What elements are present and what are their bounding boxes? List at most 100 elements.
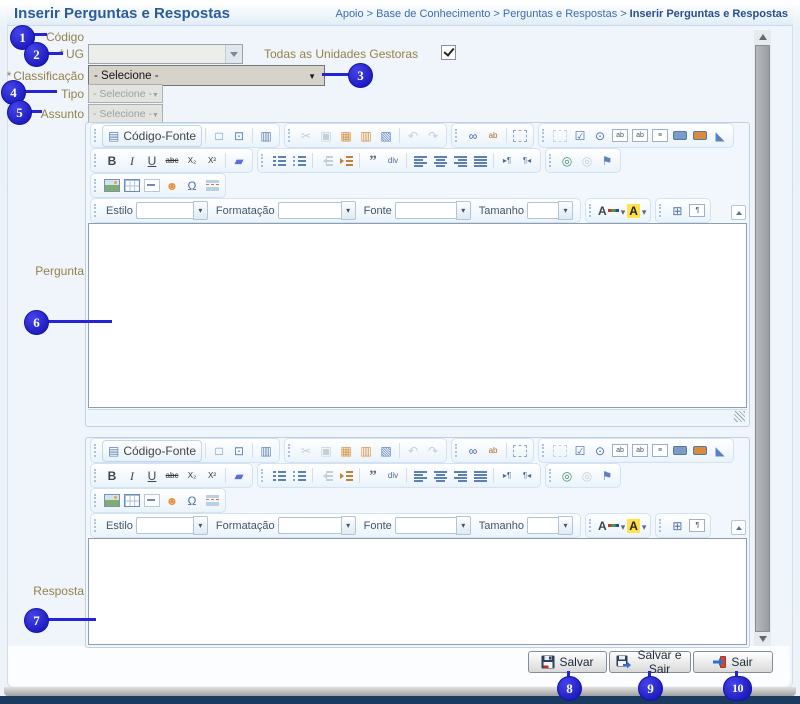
radio-field-button[interactable]: ⊙ <box>590 442 610 460</box>
group-drag-handle[interactable] <box>659 519 664 532</box>
style-combo[interactable]: Estilo <box>105 517 209 535</box>
size-combo-arrow-button[interactable] <box>558 201 573 220</box>
scroll-thumb[interactable] <box>755 45 770 632</box>
redo-button[interactable]: ↷ <box>423 442 443 460</box>
toolbar-collapse-button[interactable] <box>731 205 746 220</box>
size-combo-value[interactable] <box>527 202 558 219</box>
breadcrumb-link-perguntas-e-respostas[interactable]: Perguntas e Respostas <box>503 8 617 20</box>
format-combo-arrow-button[interactable] <box>341 201 356 220</box>
group-drag-handle[interactable] <box>542 444 547 457</box>
button-field-button[interactable] <box>670 442 690 460</box>
format-combo[interactable]: Formatação <box>215 517 357 535</box>
increase-indent-button[interactable] <box>336 467 356 485</box>
font-combo-value[interactable] <box>395 517 456 534</box>
group-drag-handle[interactable] <box>261 154 266 167</box>
align-left-button[interactable] <box>410 152 430 170</box>
strikethrough-button[interactable]: abc <box>162 152 182 170</box>
form-field-button[interactable] <box>550 127 570 145</box>
italic-button[interactable]: I <box>122 152 142 170</box>
group-drag-handle[interactable] <box>455 129 460 142</box>
select-field-button[interactable]: ≡ <box>650 127 670 145</box>
hidden-field-button[interactable]: ◣ <box>710 442 730 460</box>
group-drag-handle[interactable] <box>589 204 594 217</box>
preview-button[interactable]: ⊡ <box>229 442 249 460</box>
select-all-button[interactable] <box>510 127 530 145</box>
numbered-list-button[interactable] <box>269 467 289 485</box>
horizontal-rule-button[interactable] <box>142 492 162 510</box>
find-button[interactable]: ∞ <box>463 442 483 460</box>
size-combo-value[interactable] <box>527 517 558 534</box>
div-container-button[interactable]: div <box>383 467 403 485</box>
select-all-button[interactable] <box>510 442 530 460</box>
editor-resize-handle[interactable] <box>734 411 745 422</box>
underline-button[interactable]: U <box>142 152 162 170</box>
button-field-button[interactable] <box>670 127 690 145</box>
text-direction-rtl-button[interactable]: ¶◂ <box>517 152 537 170</box>
size-combo[interactable]: Tamanho <box>478 517 574 535</box>
hidden-field-button[interactable]: ◣ <box>710 127 730 145</box>
group-drag-handle[interactable] <box>455 444 460 457</box>
paste-button[interactable]: ▦ <box>336 127 356 145</box>
unlink-button[interactable]: ◎ <box>577 152 597 170</box>
align-center-button[interactable] <box>430 152 450 170</box>
increase-indent-button[interactable] <box>336 152 356 170</box>
bulleted-list-button[interactable] <box>289 152 309 170</box>
text-field-button[interactable]: ab <box>610 442 630 460</box>
breadcrumb-link-apoio[interactable]: Apoio <box>335 8 363 20</box>
scroll-up-button[interactable] <box>754 30 771 44</box>
text-direction-ltr-button[interactable]: ▸¶ <box>497 467 517 485</box>
scroll-down-button[interactable] <box>754 632 771 646</box>
insert-table-button[interactable] <box>122 177 142 195</box>
size-combo-arrow-button[interactable] <box>558 516 573 535</box>
group-drag-handle[interactable] <box>94 179 99 192</box>
font-combo-value[interactable] <box>395 202 456 219</box>
remove-format-button[interactable]: ▰ <box>229 467 249 485</box>
image-button-field-button[interactable] <box>690 127 710 145</box>
cut-button[interactable]: ✂ <box>296 127 316 145</box>
copy-button[interactable]: ▣ <box>316 442 336 460</box>
group-drag-handle[interactable] <box>542 129 547 142</box>
insert-image-button[interactable] <box>102 177 122 195</box>
group-drag-handle[interactable] <box>288 129 293 142</box>
maximize-button[interactable]: ⊞ <box>667 202 687 220</box>
style-combo[interactable]: Estilo <box>105 202 209 220</box>
anchor-button[interactable]: ⚑ <box>597 467 617 485</box>
paste-text-button[interactable]: ▥ <box>356 127 376 145</box>
group-drag-handle[interactable] <box>288 444 293 457</box>
select-field-button[interactable]: ≡ <box>650 442 670 460</box>
group-drag-handle[interactable] <box>94 519 99 532</box>
group-drag-handle[interactable] <box>549 154 554 167</box>
group-drag-handle[interactable] <box>94 129 99 142</box>
textarea-field-button[interactable]: ab <box>630 127 650 145</box>
tipo-select[interactable]: - Selecione - <box>88 84 163 103</box>
font-combo[interactable]: Fonte <box>363 202 472 220</box>
paste-word-button[interactable]: ▧ <box>376 127 396 145</box>
salvar-e-sair-button[interactable]: Salvar e Sair <box>609 651 691 673</box>
show-blocks-button[interactable]: ¶ <box>687 202 707 220</box>
link-button[interactable]: ◎ <box>557 467 577 485</box>
decrease-indent-button[interactable] <box>316 467 336 485</box>
group-drag-handle[interactable] <box>94 494 99 507</box>
format-combo[interactable]: Formatação <box>215 202 357 220</box>
page-break-button[interactable] <box>202 492 222 510</box>
superscript-button[interactable]: X² <box>202 467 222 485</box>
resposta-rich-text-area[interactable] <box>88 538 747 645</box>
classificacao-select[interactable]: - Selecione - <box>88 65 325 86</box>
background-color-button[interactable]: A <box>626 517 647 535</box>
templates-button[interactable]: ▥ <box>256 442 276 460</box>
image-button-field-button[interactable] <box>690 442 710 460</box>
smiley-button[interactable]: ☻ <box>162 492 182 510</box>
undo-button[interactable]: ↶ <box>403 127 423 145</box>
show-blocks-button[interactable]: ¶ <box>687 517 707 535</box>
style-combo-arrow-button[interactable] <box>193 201 208 220</box>
bold-button[interactable]: B <box>102 467 122 485</box>
special-character-button[interactable]: Ω <box>182 177 202 195</box>
page-break-button[interactable] <box>202 177 222 195</box>
find-button[interactable]: ∞ <box>463 127 483 145</box>
group-drag-handle[interactable] <box>549 469 554 482</box>
subscript-button[interactable]: X₂ <box>182 467 202 485</box>
radio-field-button[interactable]: ⊙ <box>590 127 610 145</box>
pergunta-rich-text-area[interactable] <box>88 223 747 408</box>
font-combo-arrow-button[interactable] <box>456 516 471 535</box>
breadcrumb-link-base-de-conhecimento[interactable]: Base de Conhecimento <box>376 8 490 20</box>
